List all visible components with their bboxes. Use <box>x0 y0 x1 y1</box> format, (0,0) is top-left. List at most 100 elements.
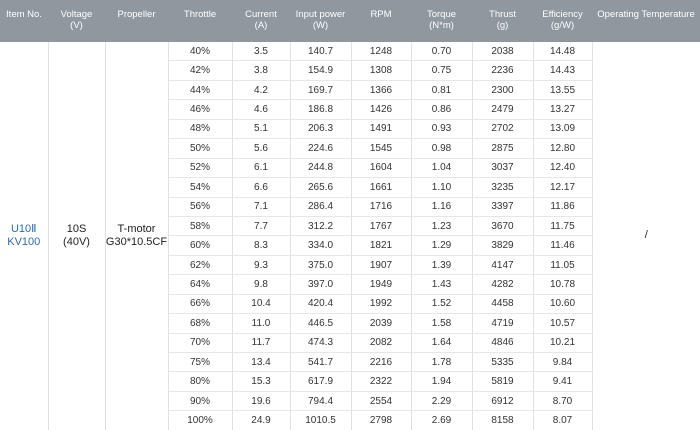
input-power-cell: 140.7 <box>290 42 351 61</box>
current-cell: 6.1 <box>232 158 290 177</box>
efficiency-cell: 13.09 <box>533 119 592 138</box>
motor-test-data-table: Item No. Voltage(V) Propeller Throttle C… <box>0 0 700 430</box>
torque-cell: 1.94 <box>411 372 472 391</box>
torque-cell: 1.29 <box>411 236 472 255</box>
thrust-cell: 4458 <box>472 294 533 313</box>
item-no-cell: U10ⅡKV100 <box>0 42 48 430</box>
input-power-cell: 265.6 <box>290 178 351 197</box>
efficiency-cell: 11.75 <box>533 216 592 235</box>
rpm-cell: 1426 <box>351 100 411 119</box>
input-power-cell: 397.0 <box>290 275 351 294</box>
current-cell: 9.8 <box>232 275 290 294</box>
rpm-cell: 1949 <box>351 275 411 294</box>
throttle-cell: 60% <box>168 236 232 255</box>
current-cell: 8.3 <box>232 236 290 255</box>
rpm-cell: 1366 <box>351 80 411 99</box>
throttle-cell: 54% <box>168 178 232 197</box>
input-power-cell: 169.7 <box>290 80 351 99</box>
header-torque: Torque(N*m) <box>411 0 472 42</box>
throttle-cell: 50% <box>168 139 232 158</box>
header-throttle: Throttle <box>168 0 232 42</box>
throttle-cell: 66% <box>168 294 232 313</box>
input-power-cell: 1010.5 <box>290 411 351 430</box>
thrust-cell: 5819 <box>472 372 533 391</box>
torque-cell: 1.64 <box>411 333 472 352</box>
rpm-cell: 2322 <box>351 372 411 391</box>
efficiency-cell: 14.48 <box>533 42 592 61</box>
rpm-cell: 1821 <box>351 236 411 255</box>
thrust-cell: 3037 <box>472 158 533 177</box>
torque-cell: 1.10 <box>411 178 472 197</box>
efficiency-cell: 9.84 <box>533 353 592 372</box>
header-item-no: Item No. <box>0 0 48 42</box>
current-cell: 5.1 <box>232 119 290 138</box>
thrust-cell: 3670 <box>472 216 533 235</box>
efficiency-cell: 8.70 <box>533 391 592 410</box>
thrust-cell: 6912 <box>472 391 533 410</box>
efficiency-cell: 8.07 <box>533 411 592 430</box>
input-power-cell: 617.9 <box>290 372 351 391</box>
thrust-cell: 2875 <box>472 139 533 158</box>
rpm-cell: 1308 <box>351 61 411 80</box>
torque-cell: 0.70 <box>411 42 472 61</box>
efficiency-cell: 12.17 <box>533 178 592 197</box>
thrust-cell: 4282 <box>472 275 533 294</box>
efficiency-cell: 12.80 <box>533 139 592 158</box>
propeller-cell: T-motorG30*10.5CF <box>105 42 168 430</box>
input-power-cell: 244.8 <box>290 158 351 177</box>
rpm-cell: 2798 <box>351 411 411 430</box>
rpm-cell: 1491 <box>351 119 411 138</box>
rpm-cell: 1992 <box>351 294 411 313</box>
current-cell: 3.5 <box>232 42 290 61</box>
input-power-cell: 420.4 <box>290 294 351 313</box>
rpm-cell: 2039 <box>351 314 411 333</box>
table-header: Item No. Voltage(V) Propeller Throttle C… <box>0 0 700 42</box>
current-cell: 3.8 <box>232 61 290 80</box>
input-power-cell: 334.0 <box>290 236 351 255</box>
thrust-cell: 4846 <box>472 333 533 352</box>
throttle-cell: 58% <box>168 216 232 235</box>
rpm-cell: 1907 <box>351 255 411 274</box>
thrust-cell: 4719 <box>472 314 533 333</box>
input-power-cell: 541.7 <box>290 353 351 372</box>
torque-cell: 1.78 <box>411 353 472 372</box>
table-body: U10ⅡKV10010S(40V)T-motorG30*10.5CF40%3.5… <box>0 42 700 430</box>
torque-cell: 2.69 <box>411 411 472 430</box>
item-no-cell-line: U10Ⅱ <box>0 223 48 236</box>
torque-cell: 0.81 <box>411 80 472 99</box>
voltage-cell: 10S(40V) <box>48 42 105 430</box>
current-cell: 10.4 <box>232 294 290 313</box>
throttle-cell: 40% <box>168 42 232 61</box>
rpm-cell: 2554 <box>351 391 411 410</box>
header-row: Item No. Voltage(V) Propeller Throttle C… <box>0 0 700 42</box>
throttle-cell: 46% <box>168 100 232 119</box>
throttle-cell: 42% <box>168 61 232 80</box>
thrust-cell: 3235 <box>472 178 533 197</box>
current-cell: 24.9 <box>232 411 290 430</box>
current-cell: 11.0 <box>232 314 290 333</box>
thrust-cell: 3397 <box>472 197 533 216</box>
rpm-cell: 2216 <box>351 353 411 372</box>
torque-cell: 1.16 <box>411 197 472 216</box>
torque-cell: 0.75 <box>411 61 472 80</box>
torque-cell: 0.93 <box>411 119 472 138</box>
torque-cell: 1.58 <box>411 314 472 333</box>
current-cell: 9.3 <box>232 255 290 274</box>
header-voltage: Voltage(V) <box>48 0 105 42</box>
header-thrust: Thrust(g) <box>472 0 533 42</box>
current-cell: 6.6 <box>232 178 290 197</box>
input-power-cell: 375.0 <box>290 255 351 274</box>
rpm-cell: 1248 <box>351 42 411 61</box>
torque-cell: 1.23 <box>411 216 472 235</box>
current-cell: 15.3 <box>232 372 290 391</box>
thrust-cell: 5335 <box>472 353 533 372</box>
torque-cell: 0.98 <box>411 139 472 158</box>
current-cell: 19.6 <box>232 391 290 410</box>
header-operating-temperature: Operating Temperature <box>592 0 700 42</box>
thrust-cell: 2479 <box>472 100 533 119</box>
thrust-cell: 2038 <box>472 42 533 61</box>
torque-cell: 2.29 <box>411 391 472 410</box>
header-current: Current(A) <box>232 0 290 42</box>
efficiency-cell: 11.86 <box>533 197 592 216</box>
header-propeller: Propeller <box>105 0 168 42</box>
